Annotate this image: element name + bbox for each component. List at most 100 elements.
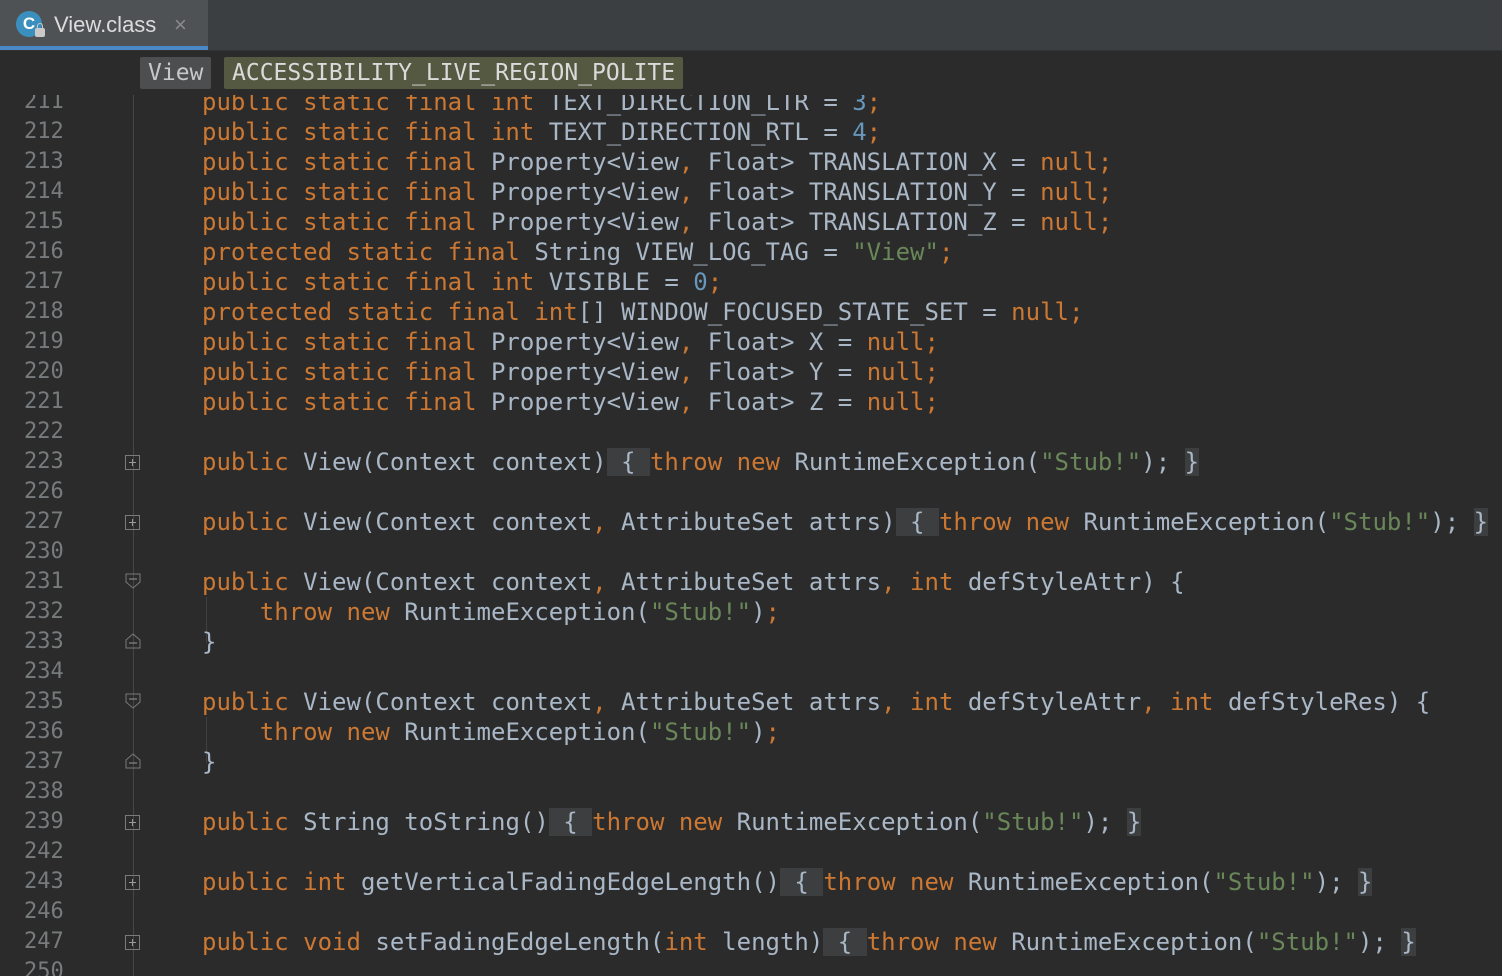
code-line[interactable]: public static final Property<View, Float… [202,177,1112,207]
code-editor[interactable]: 211 public static final int TEXT_DIRECTIO… [0,95,1502,976]
code-line[interactable]: throw new RuntimeException("Stub!"); [202,717,780,747]
code-line[interactable]: public static final Property<View, Float… [202,147,1112,177]
line-number: 222 [24,419,64,444]
folded-region-marker[interactable]: } [1184,448,1200,476]
code-line[interactable]: public int getVerticalFadingEdgeLength()… [202,867,1373,897]
expand-fold-icon[interactable] [125,815,140,830]
code-token: public static final int [202,118,549,146]
line-number: 231 [24,569,64,594]
code-token: ) [751,598,766,626]
code-line[interactable]: public static final Property<View, Float… [202,327,939,357]
code-token: , [678,388,708,416]
code-token: public static final [202,388,491,416]
code-token: View(Context context [303,508,593,536]
folded-region-marker[interactable]: { [548,808,593,836]
code-token: AttributeSet attrs) [621,508,896,536]
code-line[interactable]: public static final Property<View, Float… [202,357,939,387]
code-line[interactable]: public void setFadingEdgeLength(int leng… [202,927,1416,957]
expand-fold-icon[interactable] [125,515,140,530]
line-number: 220 [24,359,64,384]
line-number: 219 [24,329,64,354]
expand-fold-icon[interactable] [125,875,140,890]
code-token: Property<View [490,358,679,386]
code-token: public [202,508,304,536]
code-token: public int [202,868,361,896]
folded-region-marker[interactable]: } [1473,508,1489,536]
collapse-fold-end-icon[interactable] [125,633,141,649]
code-token: RuntimeException( [1083,508,1330,536]
code-token: "Stub!" [1213,868,1315,896]
code-token: RuntimeException( [736,808,983,836]
collapse-fold-start-icon[interactable] [125,693,141,709]
expand-fold-icon[interactable] [125,455,140,470]
collapse-fold-end-icon[interactable] [125,753,141,769]
code-line[interactable]: public View(Context context, AttributeSe… [202,507,1489,537]
code-token: null; [866,388,939,416]
class-icon-letter: C [22,14,36,33]
breadcrumb-field[interactable]: ACCESSIBILITY_LIVE_REGION_POLITE [224,57,684,89]
code-line[interactable]: } [202,747,216,777]
folded-region-marker[interactable]: { [779,868,824,896]
close-icon[interactable]: × [174,12,187,38]
code-line[interactable]: public static final int VISIBLE = 0; [202,267,722,297]
code-token: "Stub!" [649,598,752,626]
code-line[interactable]: public View(Context context, AttributeSe… [202,567,1185,597]
line-number: 246 [24,899,64,924]
line-number: 212 [24,119,64,144]
code-token: defStyleAttr) { [967,568,1185,596]
code-line[interactable]: protected static final int[] WINDOW_FOCU… [202,297,1083,327]
folded-region-marker[interactable]: } [1358,868,1373,896]
code-line[interactable]: public static final int TEXT_DIRECTION_L… [202,95,881,117]
collapse-fold-start-icon[interactable] [125,573,141,589]
active-tab-indicator [0,46,208,50]
code-token: Float> Y = [707,358,867,386]
code-token: ); [1357,928,1402,956]
code-token: length) [722,928,824,956]
code-token: , [678,208,708,236]
code-token: ); [1141,448,1185,476]
code-token: null; [1040,178,1113,206]
code-line[interactable]: public String toString() { throw new Run… [202,807,1142,837]
code-line[interactable]: public static final Property<View, Float… [202,207,1112,237]
code-token: , [678,178,708,206]
code-line[interactable]: public View(Context context, AttributeSe… [202,687,1430,717]
code-token: , [678,358,708,386]
code-token: View(Context context [303,688,593,716]
code-token: public [202,808,304,836]
code-token: RuntimeException( [404,598,650,626]
code-token: TEXT_DIRECTION_RTL = [548,118,853,146]
code-token: ; [866,118,882,146]
code-token: int [664,928,723,956]
folded-region-marker[interactable]: { [606,448,650,476]
code-token: Float> TRANSLATION_Z = [707,208,1041,236]
code-token: RuntimeException( [404,718,650,746]
line-number: 232 [24,599,64,624]
code-token: TEXT_DIRECTION_LTR = [548,95,853,116]
code-line[interactable]: } [202,627,216,657]
code-token: Float> TRANSLATION_Y = [707,178,1041,206]
code-line[interactable]: protected static final String VIEW_LOG_T… [202,237,953,267]
folded-region-marker[interactable]: } [1401,928,1416,956]
code-token: , [592,508,622,536]
expand-fold-icon[interactable] [125,935,140,950]
code-token: , [592,568,622,596]
code-line[interactable]: public View(Context context) { throw new… [202,447,1200,477]
code-token: "Stub!" [1040,448,1142,476]
code-token: Property<View [490,328,679,356]
code-token: throw new [259,598,405,626]
folded-region-marker[interactable]: { [895,508,939,536]
tab-view-class[interactable]: C View.class × [0,0,208,50]
code-token: null; [1040,208,1113,236]
folded-region-marker[interactable]: { [823,928,867,956]
code-line[interactable]: throw new RuntimeException("Stub!"); [202,597,780,627]
code-token: protected static final int [202,298,578,326]
line-number: 247 [24,929,64,954]
code-token: "Stub!" [1256,928,1358,956]
folded-region-marker[interactable]: } [1126,808,1142,836]
code-token: defStyleAttr [967,688,1142,716]
code-token: ); [1314,868,1358,896]
code-line[interactable]: public static final int TEXT_DIRECTION_R… [202,117,881,147]
breadcrumb-class[interactable]: View [140,57,212,89]
code-line[interactable]: public static final Property<View, Float… [202,387,939,417]
gutter-divider [133,95,134,976]
